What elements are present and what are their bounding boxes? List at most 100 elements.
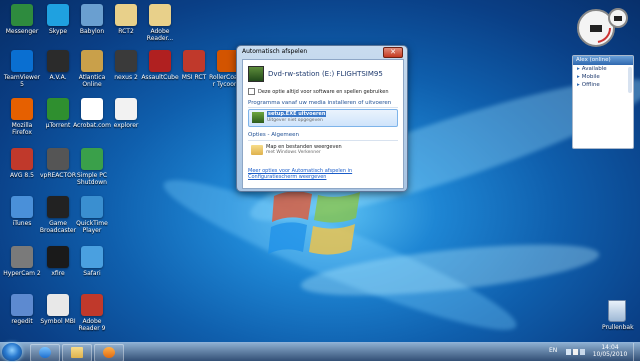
- regedit-icon: [11, 294, 33, 316]
- section-install-title: Programma vanaf uw media installeren of …: [248, 100, 392, 106]
- desktop-icon[interactable]: Messenger: [2, 4, 42, 35]
- show-desktop-button[interactable]: [633, 343, 640, 361]
- start-button[interactable]: [2, 343, 22, 361]
- desktop-icon-label: HyperCam 2: [3, 270, 41, 277]
- avg-icon: [11, 148, 33, 170]
- explorer-icon: [115, 98, 137, 120]
- desktop-icon-label: Mozilla Firefox: [11, 122, 33, 136]
- cpu-meter-gadget[interactable]: [574, 6, 628, 50]
- always-use-checkbox[interactable]: [248, 88, 255, 95]
- taskbar: EN 14:04 10/05/2010: [0, 342, 640, 362]
- internet-explorer-icon: [39, 347, 51, 358]
- run-setup-title: setup.EXE uitvoeren: [267, 111, 327, 117]
- open-folder-sub: met Windows Verkenner: [266, 150, 321, 155]
- window-titlebar[interactable]: Automatisch afspelen ✕: [237, 46, 407, 59]
- folder-icon: [71, 347, 83, 358]
- clock-date: 10/05/2010: [592, 351, 628, 358]
- desktop-icon-label: TeamViewer 5: [3, 74, 41, 88]
- hypercam-icon: [11, 246, 33, 268]
- autoplay-window[interactable]: Automatisch afspelen ✕ Dvd-rw-station (E…: [236, 45, 408, 192]
- desktop-icon[interactable]: Adobe Reader 9: [72, 294, 112, 332]
- desktop-icon[interactable]: AVG 8.5: [2, 148, 42, 179]
- status-offline-label: Offline: [581, 82, 600, 88]
- drive-title: Dvd-rw-station (E:) FLIGHTSIM95: [268, 70, 383, 78]
- gamebroadcaster-icon: [47, 196, 69, 218]
- arrow-icon: ▸: [577, 66, 580, 72]
- desktop-icon[interactable]: QuickTime Player: [72, 196, 112, 234]
- desktop-icon-label: Adobe Reader...: [146, 28, 174, 42]
- vpreactor-icon: [47, 148, 69, 170]
- desktop-icon[interactable]: regedit: [2, 294, 42, 325]
- gadget-header: Alex (online): [573, 56, 633, 65]
- status-available[interactable]: ▸ Available: [573, 65, 633, 73]
- atlantica-icon: [81, 50, 103, 72]
- babylon-icon: [81, 4, 103, 26]
- recycle-bin[interactable]: Prullenbak: [602, 300, 634, 331]
- system-tray-icons[interactable]: [566, 348, 586, 356]
- desktop-icon-label: Simple PC Shutdown: [76, 172, 108, 186]
- more-options-link[interactable]: Meer opties voor Automatisch afspelen in…: [248, 168, 398, 180]
- desktop-icon[interactable]: explorer: [106, 98, 146, 129]
- desktop-icon[interactable]: Adobe Reader...: [140, 4, 180, 42]
- clock-time: 14:04: [601, 344, 619, 351]
- dvd-drive-icon: [248, 66, 264, 82]
- language-indicator[interactable]: EN: [549, 347, 557, 354]
- desktop-icon[interactable]: TeamViewer 5: [2, 50, 42, 88]
- taskbar-media-player-button[interactable]: [94, 344, 124, 362]
- desktop-icon-label: Messenger: [5, 28, 39, 35]
- desktop-icon-label: Safari: [83, 270, 101, 277]
- recycle-bin-icon: [608, 300, 626, 322]
- desktop-icon-label: explorer: [113, 122, 139, 129]
- desktop-icon[interactable]: iTunes: [2, 196, 42, 227]
- status-mobile-label: Mobile: [581, 74, 600, 80]
- folder-icon: [115, 4, 137, 26]
- gadget-scrollbar[interactable]: [628, 67, 632, 93]
- close-button[interactable]: ✕: [383, 47, 403, 58]
- desktop-icon-label: QuickTime Player: [76, 220, 108, 234]
- section-general-title: Opties - Algemeen: [248, 132, 300, 138]
- nexus-icon: [115, 50, 137, 72]
- divider: [248, 140, 398, 141]
- folder-icon: [251, 145, 263, 155]
- media-player-icon: [103, 347, 115, 358]
- window-title: Automatisch afspelen: [242, 48, 308, 55]
- open-folder-option[interactable]: Map en bestanden weergeven met Windows V…: [248, 144, 398, 158]
- setup-program-icon: [252, 112, 264, 123]
- utorrent-icon: [47, 98, 69, 120]
- status-mobile[interactable]: ▸ Mobile: [573, 73, 633, 81]
- teamviewer-icon: [11, 50, 33, 72]
- desktop-icon[interactable]: Safari: [72, 246, 112, 277]
- run-setup-publisher: Uitgever niet opgegeven: [267, 118, 323, 123]
- desktop-icon-label: regedit: [11, 318, 33, 325]
- skype-icon: [47, 4, 69, 26]
- always-use-label: Deze optie altijd voor software en spell…: [258, 88, 389, 95]
- itunes-icon: [11, 196, 33, 218]
- window-body: Dvd-rw-station (E:) FLIGHTSIM95 Deze opt…: [242, 59, 404, 189]
- desktop-icon-label: iTunes: [12, 220, 32, 227]
- recycle-bin-label: Prullenbak: [602, 324, 634, 331]
- msi-icon: [183, 50, 205, 72]
- folder-icon: [149, 4, 171, 26]
- symbol-icon: [47, 294, 69, 316]
- acrobat-icon: [81, 98, 103, 120]
- run-setup-option[interactable]: setup.EXE uitvoeren Uitgever niet opgege…: [248, 109, 398, 127]
- messenger-icon: [11, 4, 33, 26]
- adobereader-icon: [81, 294, 103, 316]
- always-use-option[interactable]: Deze optie altijd voor software en spell…: [248, 88, 389, 95]
- drive-header: Dvd-rw-station (E:) FLIGHTSIM95: [248, 66, 383, 82]
- taskbar-ie-button[interactable]: [30, 344, 60, 362]
- divider: [248, 107, 398, 108]
- desktop: Messenger TeamViewer 5 Mozilla Firefox AVG …: [0, 0, 640, 342]
- desktop-icon[interactable]: Mozilla Firefox: [2, 98, 42, 136]
- status-offline[interactable]: ▸ Offline: [573, 81, 633, 89]
- taskbar-explorer-button[interactable]: [62, 344, 92, 362]
- desktop-icon[interactable]: HyperCam 2: [2, 246, 42, 277]
- desktop-icon[interactable]: Simple PC Shutdown: [72, 148, 112, 186]
- xfire-icon: [47, 246, 69, 268]
- desktop-icon-label: AVG 8.5: [10, 172, 34, 179]
- status-available-label: Available: [581, 66, 607, 72]
- safari-icon: [81, 246, 103, 268]
- clock[interactable]: 14:04 10/05/2010: [590, 344, 630, 358]
- contacts-gadget[interactable]: Alex (online) ▸ Available ▸ Mobile ▸ Offlin…: [572, 55, 634, 149]
- assaultcube-icon: [149, 50, 171, 72]
